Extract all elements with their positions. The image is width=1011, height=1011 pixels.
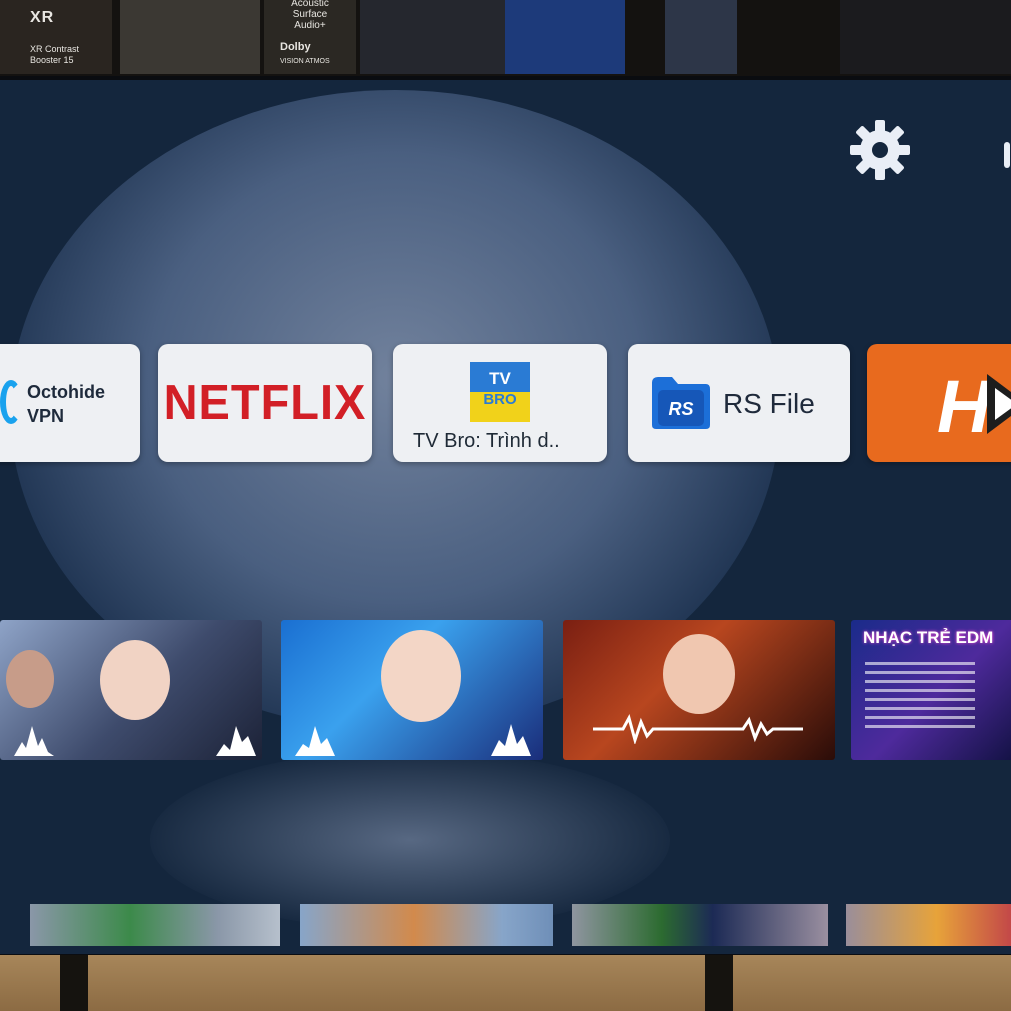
tv-bro-logo-bottom: BRO	[483, 391, 517, 408]
tv-bro-label: TV Bro: Trình d..	[413, 430, 560, 452]
gear-icon[interactable]	[848, 118, 912, 182]
octohide-label-line1: Octohide	[27, 382, 106, 402]
video-row: NHẠC TRẺ EDM	[0, 620, 1011, 770]
person-image	[100, 640, 170, 720]
product-box-image	[120, 0, 260, 74]
rs-file-logo-text: RS	[668, 399, 693, 419]
product-box-small	[665, 0, 737, 74]
rs-file-folder-icon: RS	[652, 377, 710, 429]
tracklist-lines	[865, 662, 975, 734]
waveform-icon	[593, 714, 803, 744]
product-box-blue	[505, 0, 625, 74]
tv-bro-logo-icon: TV BRO	[470, 362, 530, 422]
equalizer-icon	[216, 726, 256, 756]
rs-file-label: RS File	[723, 388, 815, 419]
octohide-logo-icon	[0, 380, 22, 424]
hd-logo-text: H	[937, 366, 992, 442]
product-box-dark	[840, 0, 1011, 74]
octohide-label-line2: VPN	[27, 406, 65, 426]
equalizer-icon	[295, 726, 335, 756]
partial-top-icon[interactable]	[1004, 142, 1010, 168]
video-thumbnail[interactable]	[563, 620, 835, 760]
person-image	[381, 630, 461, 722]
equalizer-icon	[491, 724, 531, 756]
tv-bro-logo-top: TV	[489, 369, 511, 388]
person-image	[6, 650, 54, 708]
tv-stand-leg	[705, 955, 733, 1011]
xr-logo-text: XR	[30, 9, 55, 26]
tv-stand-leg	[60, 955, 88, 1011]
photo-stage: XR XR Contrast Booster 15 Acoustic Surfa…	[0, 0, 1011, 1011]
xr-sub-text: XR Contrast Booster 15	[30, 44, 80, 65]
person-image	[663, 634, 735, 714]
audio-feature-text: Acoustic Surface Audio+	[291, 0, 329, 31]
product-box-xr: XR XR Contrast Booster 15	[0, 0, 112, 74]
video-thumbnail[interactable]	[300, 904, 553, 946]
video-thumbnail[interactable]	[0, 620, 262, 760]
product-box-panel	[360, 0, 505, 74]
hd-logo-icon: H	[937, 366, 1011, 442]
app-row: Octohide VPN NETFLIX TV BRO TV Bro: Trìn…	[0, 344, 1011, 468]
video-title: NHẠC TRẺ EDM	[863, 628, 994, 647]
video-thumbnail[interactable]	[30, 904, 280, 946]
video-thumbnail[interactable]	[281, 620, 543, 760]
video-thumbnail[interactable]: NHẠC TRẺ EDM	[851, 620, 1011, 760]
video-thumbnail[interactable]	[846, 904, 1011, 946]
bottom-row	[0, 904, 1011, 946]
dolby-logo-text: Dolby	[280, 41, 311, 53]
app-tv-bro[interactable]: TV BRO TV Bro: Trình d..	[393, 344, 607, 462]
video-thumbnail[interactable]	[572, 904, 828, 946]
dolby-sub-text: VISION ATMOS	[280, 58, 330, 65]
app-octohide-vpn[interactable]: Octohide VPN	[0, 344, 140, 462]
netflix-logo-text: NETFLIX	[163, 373, 367, 430]
app-netflix[interactable]: NETFLIX	[158, 344, 372, 462]
app-rs-file[interactable]: RS RS File	[628, 344, 850, 462]
equalizer-icon	[14, 726, 54, 756]
shelf-background: XR XR Contrast Booster 15 Acoustic Surfa…	[0, 0, 1011, 80]
screen-reflection-lower	[150, 750, 670, 930]
app-hd[interactable]: H	[867, 344, 1011, 462]
floor	[0, 955, 1011, 1011]
tv-screen: Octohide VPN NETFLIX TV BRO TV Bro: Trìn…	[0, 76, 1011, 960]
